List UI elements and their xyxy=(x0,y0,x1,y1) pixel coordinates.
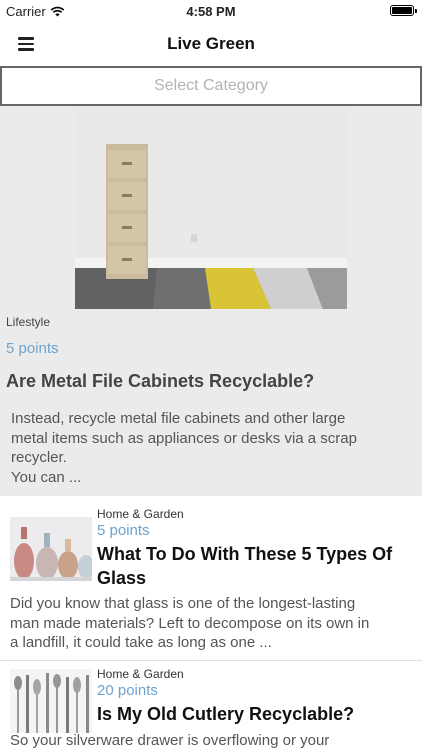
article-row[interactable]: Home & Garden 20 points Is My Old Cutler… xyxy=(0,661,422,750)
article-points: 20 points xyxy=(97,682,158,699)
article-row[interactable]: Home & Garden 5 points What To Do With T… xyxy=(0,496,422,660)
excerpt-line: metal items such as appliances or desks … xyxy=(11,429,357,447)
featured-article-image xyxy=(75,106,347,309)
article-thumbnail xyxy=(10,669,92,733)
excerpt-line: You can ... xyxy=(11,468,82,486)
battery-icon xyxy=(390,5,417,16)
battery-nub xyxy=(415,9,417,13)
article-thumbnail xyxy=(10,517,92,581)
article-title: What To Do With These 5 Types Of Glass xyxy=(97,544,393,588)
excerpt-line: Instead, recycle metal file cabinets and… xyxy=(11,410,346,427)
category-select[interactable]: Select Category xyxy=(0,66,422,106)
article-list: Home & Garden 5 points What To Do With T… xyxy=(0,496,422,750)
navigation-bar: Live Green xyxy=(0,22,422,66)
article-category: Home & Garden xyxy=(97,507,184,521)
excerpt-line: Did you know that glass is one of the lo… xyxy=(10,595,356,612)
article-points: 5 points xyxy=(97,522,150,539)
featured-article-title: Are Metal File Cabinets Recyclable? xyxy=(6,371,315,391)
featured-article-points: 5 points xyxy=(6,340,59,357)
featured-article-category: Lifestyle xyxy=(6,315,51,329)
status-bar: Carrier 4:58 PM xyxy=(0,0,422,22)
excerpt-line: recycler. xyxy=(11,449,67,466)
article-excerpt: So your silverware drawer is overflowing… xyxy=(10,731,415,750)
category-select-placeholder: Select Category xyxy=(154,77,268,94)
battery-fill xyxy=(392,7,412,14)
article-title: Is My Old Cutlery Recyclable? xyxy=(97,704,355,724)
featured-article[interactable]: Lifestyle 5 points Are Metal File Cabine… xyxy=(0,106,422,496)
excerpt-line: man made materials? Left to decompose on… xyxy=(10,614,370,632)
featured-article-excerpt: Instead, recycle metal file cabinets and… xyxy=(11,409,411,487)
excerpt-line: So your silverware drawer is overflowing… xyxy=(10,732,330,749)
excerpt-line: a landfill, it could take as long as one… xyxy=(10,634,272,651)
article-category: Home & Garden xyxy=(97,667,184,681)
page-title: Live Green xyxy=(167,34,255,53)
status-time: 4:58 PM xyxy=(186,4,236,19)
article-excerpt: Did you know that glass is one of the lo… xyxy=(10,594,415,653)
